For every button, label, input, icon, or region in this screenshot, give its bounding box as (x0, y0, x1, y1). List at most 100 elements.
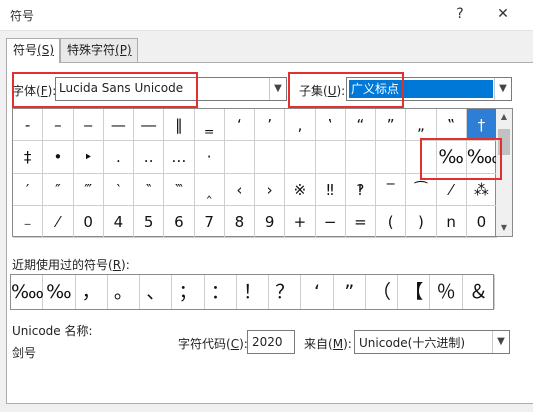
symbol-cell[interactable]: ․ (103, 141, 134, 174)
recent-symbol-cell[interactable]: ‰ (43, 275, 76, 309)
recent-symbol-cell[interactable]: ＆ (463, 275, 495, 309)
recent-symbol-cell[interactable]: ， (76, 275, 108, 309)
symbol-cell[interactable] (406, 141, 437, 174)
tab-special-characters[interactable]: 特殊字符(P) (60, 38, 138, 62)
symbol-cell[interactable]: ‥ (134, 141, 165, 174)
symbol-cell[interactable]: ‶ (134, 173, 165, 206)
symbol-cell[interactable]: ‴ (73, 173, 104, 206)
symbol-cell[interactable]: ( (376, 205, 407, 238)
symbol-cell[interactable]: − (315, 205, 346, 238)
symbol-cell[interactable]: 0 (466, 205, 497, 238)
recent-symbol-cell[interactable]: ： (205, 275, 237, 309)
symbol-cell[interactable]: • (43, 141, 74, 174)
symbol-cell[interactable]: ⁄ (436, 173, 467, 206)
font-select[interactable]: Lucida Sans Unicode ▼ (55, 77, 287, 101)
chevron-down-icon[interactable]: ▼ (492, 331, 509, 353)
scroll-down-icon[interactable]: ▼ (496, 220, 512, 236)
symbol-cell[interactable]: 0 (73, 205, 104, 238)
tab-symbols[interactable]: 符号(S) (6, 38, 60, 63)
symbol-cell[interactable]: ‼ (315, 173, 346, 206)
symbol-cell[interactable]: ‧ (194, 141, 225, 174)
chevron-down-icon[interactable]: ▼ (494, 78, 511, 100)
symbol-cell[interactable]: ‘ (224, 109, 255, 142)
grid-scrollbar[interactable]: ▲ ▼ (496, 108, 513, 237)
symbol-cell[interactable]: ‽ (345, 173, 376, 206)
symbol-cell[interactable]: ― (134, 109, 165, 142)
symbol-cell[interactable]: ) (406, 205, 437, 238)
recent-symbol-cell[interactable]: ； (172, 275, 205, 309)
symbol-cell[interactable]: ‐ (13, 109, 44, 142)
symbol-cell[interactable]: ‣ (73, 141, 104, 174)
symbol-cell[interactable]: + (285, 205, 316, 238)
subset-select[interactable]: 广义标点 ▼ (346, 77, 512, 101)
symbol-cell[interactable]: ” (376, 109, 407, 142)
symbol-cell[interactable]: ‹ (224, 173, 255, 206)
symbol-cell[interactable]: ₋ (13, 205, 44, 238)
symbol-cell[interactable]: ⁄ (43, 205, 74, 238)
symbol-cell[interactable]: ‗ (194, 109, 225, 142)
recent-symbol-cell[interactable]: ％ (430, 275, 463, 309)
close-button[interactable]: ✕ (492, 4, 514, 24)
recent-symbol-cell[interactable]: （ (366, 275, 399, 309)
symbol-cell[interactable] (255, 141, 286, 174)
symbol-cell[interactable]: 4 (103, 205, 134, 238)
symbol-cell[interactable]: ‖ (164, 109, 195, 142)
symbol-cell[interactable]: ⁂ (466, 173, 497, 206)
symbol-cell[interactable]: † (466, 109, 497, 142)
symbol-cell[interactable]: ‚ (285, 109, 316, 142)
scroll-thumb[interactable] (498, 129, 510, 155)
symbol-cell[interactable]: n (436, 205, 467, 238)
symbol-cell[interactable]: ′ (13, 173, 44, 206)
symbol-cell[interactable]: ″ (43, 173, 74, 206)
window-title: 符号 (10, 9, 35, 23)
symbol-cell[interactable] (285, 141, 316, 174)
symbol-cell[interactable]: 8 (224, 205, 255, 238)
font-label: 字体(F): (12, 84, 57, 98)
symbol-cell[interactable]: = (345, 205, 376, 238)
recent-symbol-cell[interactable]: ！ (237, 275, 270, 309)
symbol-cell[interactable]: › (255, 173, 286, 206)
symbol-cell[interactable]: ‸ (194, 173, 225, 206)
symbol-cell[interactable]: 6 (164, 205, 195, 238)
recent-symbol-cell[interactable]: 【 (398, 275, 431, 309)
symbol-cell[interactable]: ‾ (376, 173, 407, 206)
recent-symbol-cell[interactable]: ” (334, 275, 366, 309)
recent-symbol-cell[interactable]: 。 (108, 275, 141, 309)
help-button[interactable]: ? (450, 4, 470, 24)
font-select-value: Lucida Sans Unicode (59, 81, 184, 95)
symbol-cell[interactable]: „ (406, 109, 437, 142)
symbol-cell[interactable]: 5 (134, 205, 165, 238)
symbol-cell[interactable]: — (103, 109, 134, 142)
symbol-cell[interactable]: ※ (285, 173, 316, 206)
recent-symbol-cell[interactable]: ‱ (11, 275, 44, 309)
symbol-cell[interactable]: ‟ (436, 109, 467, 142)
from-select[interactable]: Unicode(十六进制) ▼ (354, 330, 510, 354)
symbol-cell[interactable]: ‵ (103, 173, 134, 206)
symbol-cell[interactable] (315, 141, 346, 174)
recent-symbol-cell[interactable]: ？ (269, 275, 302, 309)
symbol-cell[interactable]: ‒ (73, 109, 104, 142)
symbol-cell[interactable]: – (43, 109, 74, 142)
symbol-cell[interactable]: ‡ (13, 141, 44, 174)
symbol-cell[interactable] (224, 141, 255, 174)
symbol-cell[interactable]: ‷ (164, 173, 195, 206)
symbol-cell[interactable]: ‱ (466, 141, 497, 174)
symbol-cell[interactable]: ’ (255, 109, 286, 142)
chevron-down-icon[interactable]: ▼ (269, 78, 286, 100)
recent-label: 近期使用过的符号(R): (12, 258, 130, 272)
recent-symbol-cell[interactable]: 、 (140, 275, 173, 309)
subset-select-value: 广义标点 (351, 82, 400, 96)
symbol-cell[interactable]: ‰ (436, 141, 467, 174)
symbol-cell[interactable]: 9 (255, 205, 286, 238)
char-code-input[interactable]: 2020 (247, 330, 295, 354)
unicode-name-label: Unicode 名称: (12, 324, 93, 338)
symbol-cell[interactable]: “ (345, 109, 376, 142)
symbol-cell[interactable]: 7 (194, 205, 225, 238)
scroll-up-icon[interactable]: ▲ (496, 109, 512, 125)
symbol-cell[interactable]: ‛ (315, 109, 346, 142)
recent-symbol-cell[interactable]: ‘ (301, 275, 334, 309)
symbol-cell[interactable]: … (164, 141, 195, 174)
symbol-cell[interactable] (345, 141, 376, 174)
symbol-cell[interactable]: ⁀ (406, 173, 437, 206)
symbol-cell[interactable] (376, 141, 407, 174)
